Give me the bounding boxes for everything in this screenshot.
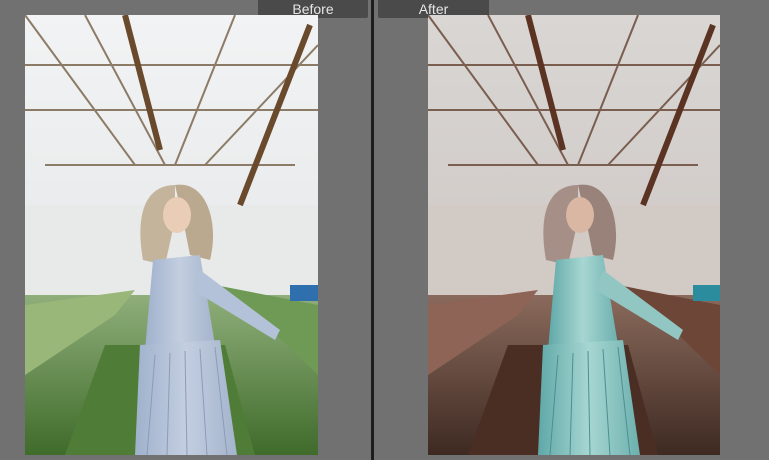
before-pane: Before <box>0 0 371 460</box>
compare-divider[interactable] <box>371 0 374 460</box>
after-pane: After <box>375 0 769 460</box>
before-after-compare-view: Before After <box>0 0 769 460</box>
before-photo <box>25 15 318 455</box>
after-photo <box>428 15 720 455</box>
